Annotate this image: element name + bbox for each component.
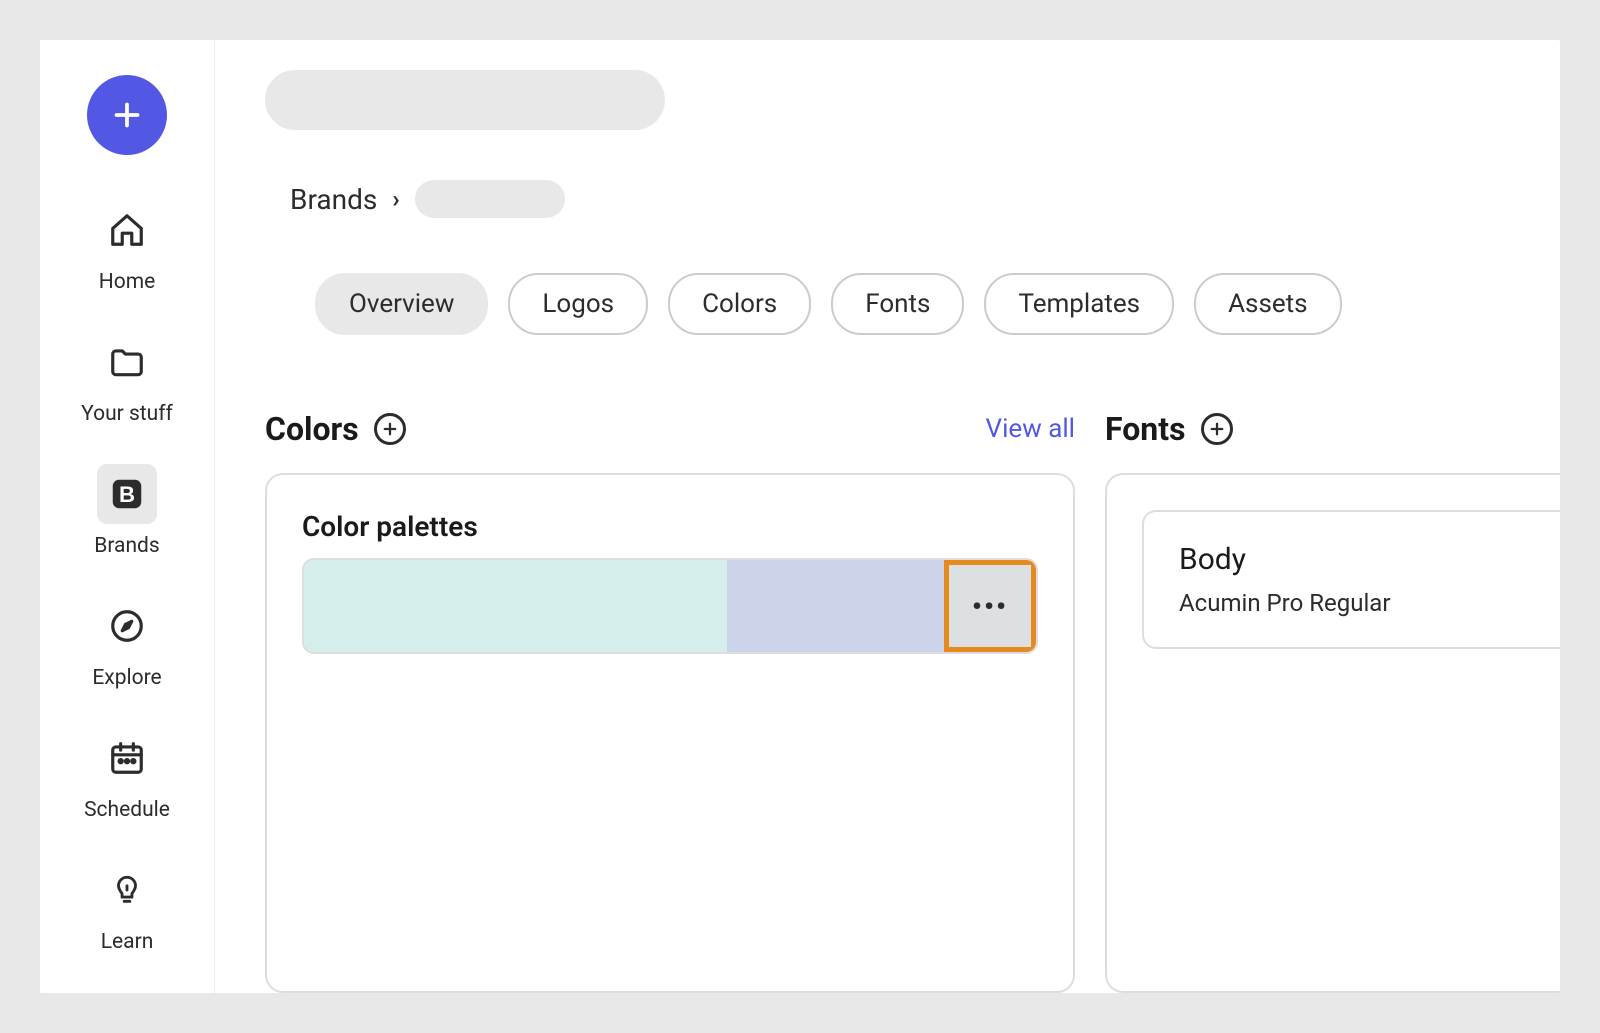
font-card-name: Body — [1179, 542, 1525, 577]
sidebar-item-label: Explore — [92, 666, 161, 690]
app-container: Home Your stuff — [40, 40, 1560, 993]
palette-more-button[interactable]: ••• — [944, 560, 1036, 652]
sidebar-item-explore[interactable]: Explore — [40, 596, 214, 690]
color-palettes-title: Color palettes — [302, 510, 1038, 543]
nav-items: Home Your stuff — [40, 200, 214, 954]
fonts-title: Fonts — [1105, 410, 1186, 448]
sidebar-item-label: Your stuff — [81, 402, 173, 426]
colors-panel-header: Colors View all — [265, 410, 1075, 448]
sidebar-item-your-stuff[interactable]: Your stuff — [40, 332, 214, 426]
page-title-placeholder — [265, 70, 665, 130]
color-swatch — [304, 560, 727, 652]
sidebar-item-home[interactable]: Home — [40, 200, 214, 294]
breadcrumb-root[interactable]: Brands — [290, 183, 377, 216]
sidebar-item-label: Home — [99, 270, 156, 294]
panels-row: Colors View all Color palettes — [265, 410, 1560, 993]
tab-assets[interactable]: Assets — [1194, 273, 1342, 335]
tab-overview[interactable]: Overview — [315, 273, 488, 335]
main-content: Brands › Overview Logos Colors Fonts Tem… — [215, 40, 1560, 993]
plus-icon — [1208, 420, 1226, 438]
font-card-value: Acumin Pro Regular — [1179, 589, 1525, 617]
folder-icon — [107, 342, 147, 382]
sidebar-item-label: Learn — [101, 930, 154, 954]
chevron-right-icon: › — [392, 185, 399, 213]
tabs: Overview Logos Colors Fonts Templates As… — [265, 273, 1560, 335]
calendar-icon — [107, 738, 147, 778]
add-color-button[interactable] — [374, 413, 406, 445]
add-font-button[interactable] — [1201, 413, 1233, 445]
tab-fonts[interactable]: Fonts — [831, 273, 964, 335]
plus-icon — [381, 420, 399, 438]
color-palette-row[interactable]: ••• — [302, 558, 1038, 654]
sidebar: Home Your stuff — [40, 40, 215, 993]
add-button[interactable] — [87, 75, 167, 155]
plus-icon — [109, 97, 145, 133]
home-icon — [107, 210, 147, 250]
sidebar-item-label: Brands — [94, 534, 160, 558]
lightbulb-icon — [107, 870, 147, 910]
sidebar-item-brands[interactable]: B Brands — [40, 464, 214, 558]
breadcrumb: Brands › — [265, 180, 1560, 218]
breadcrumb-current-placeholder — [415, 180, 565, 218]
tab-templates[interactable]: Templates — [984, 273, 1174, 335]
sidebar-item-label: Schedule — [84, 798, 170, 822]
tab-colors[interactable]: Colors — [668, 273, 811, 335]
colors-panel: Colors View all Color palettes — [265, 410, 1075, 993]
tab-logos[interactable]: Logos — [508, 273, 648, 335]
fonts-panel: Fonts Body Acumin Pro Regular — [1105, 410, 1560, 993]
brand-icon: B — [107, 474, 147, 514]
svg-text:B: B — [119, 482, 135, 507]
fonts-panel-body: Body Acumin Pro Regular — [1105, 473, 1560, 993]
more-icon: ••• — [972, 590, 1008, 623]
compass-icon — [107, 606, 147, 646]
colors-panel-body: Color palettes ••• — [265, 473, 1075, 993]
font-card[interactable]: Body Acumin Pro Regular — [1142, 510, 1560, 649]
sidebar-item-learn[interactable]: Learn — [40, 860, 214, 954]
colors-title: Colors — [265, 410, 359, 448]
fonts-panel-header: Fonts — [1105, 410, 1560, 448]
sidebar-item-schedule[interactable]: Schedule — [40, 728, 214, 822]
colors-view-all-link[interactable]: View all — [986, 414, 1075, 444]
